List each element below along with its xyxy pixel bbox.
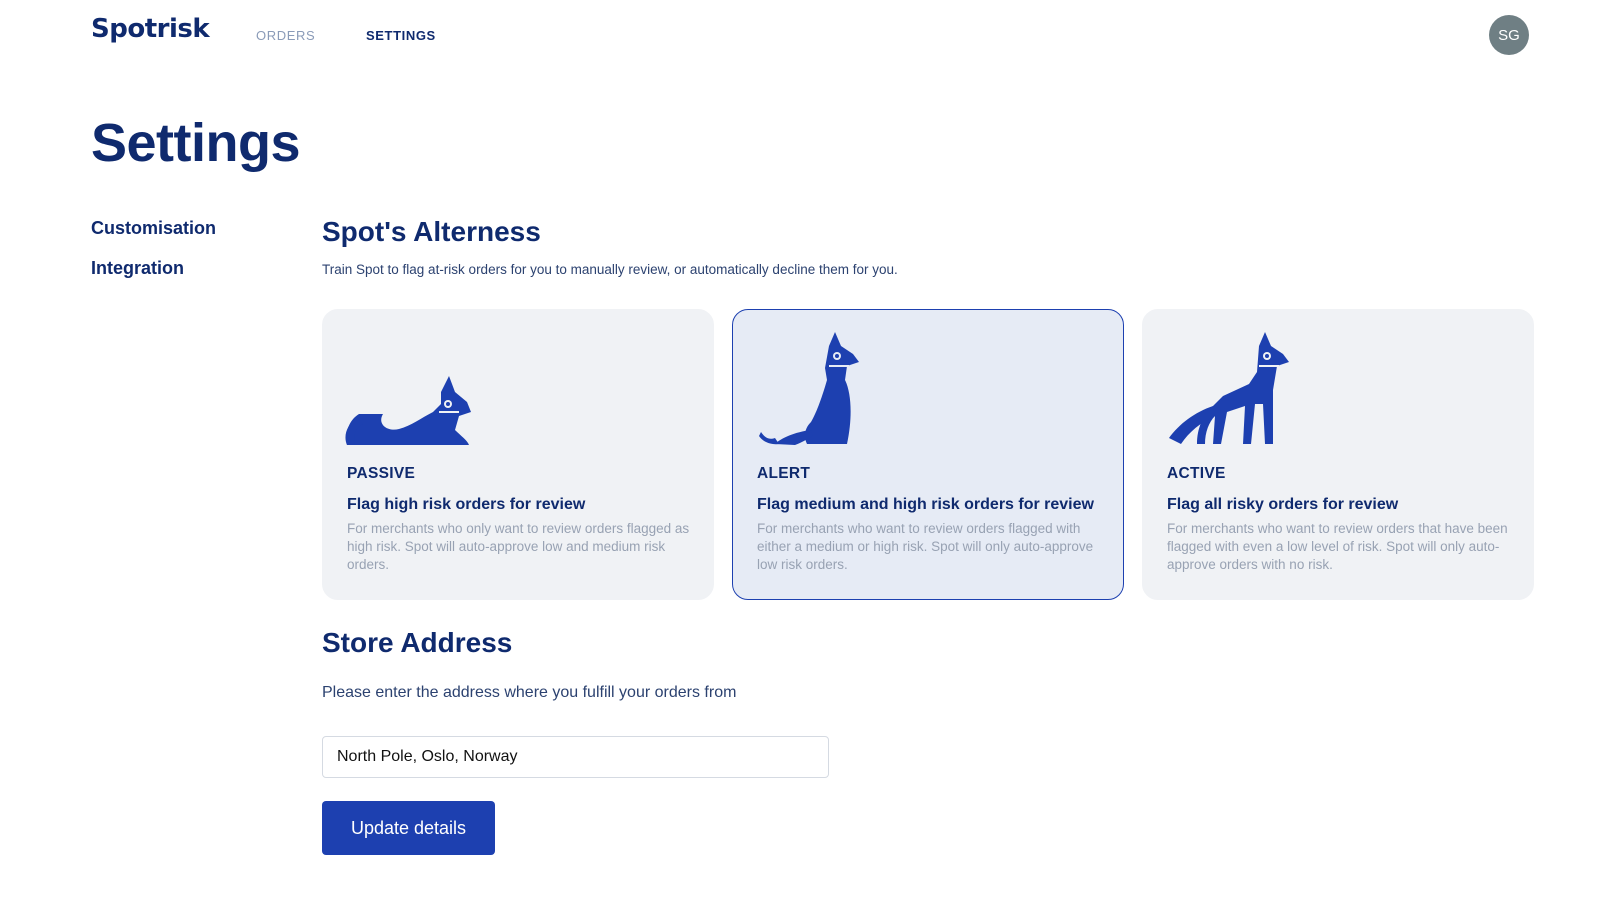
user-avatar[interactable]: SG xyxy=(1489,15,1529,55)
update-details-button[interactable]: Update details xyxy=(322,801,495,855)
sitting-fox-icon xyxy=(759,332,859,445)
alertness-section-title: Spot's Alterness xyxy=(322,216,541,247)
alertness-option-active[interactable]: ACTIVE Flag all risky orders for review … xyxy=(1142,309,1534,600)
nav-orders-link[interactable]: ORDERS xyxy=(256,28,315,43)
option-description: For merchants who want to review orders … xyxy=(757,521,1094,572)
sidebar-item-customisation[interactable]: Customisation xyxy=(91,218,216,238)
option-heading: Flag high risk orders for review xyxy=(347,496,586,513)
option-level-label: ACTIVE xyxy=(1167,465,1226,482)
option-heading: Flag all risky orders for review xyxy=(1167,496,1399,513)
alertness-option-alert[interactable]: ALERT Flag medium and high risk orders f… xyxy=(732,309,1124,600)
store-address-input[interactable] xyxy=(322,736,829,778)
store-address-title: Store Address xyxy=(322,627,513,658)
alertness-options: PASSIVE Flag high risk orders for review… xyxy=(322,309,1534,600)
option-level-label: ALERT xyxy=(757,465,811,482)
option-description: For merchants who want to review orders … xyxy=(1167,521,1508,572)
nav-settings-link[interactable]: SETTINGS xyxy=(366,28,436,43)
top-navigation-bar: Spotrisk ORDERS SETTINGS SG xyxy=(0,0,1600,70)
settings-sidebar: Customisation Integration xyxy=(91,218,216,298)
store-address-description: Please enter the address where you fulfi… xyxy=(322,684,737,701)
standing-fox-icon xyxy=(1169,332,1289,444)
spotrisk-logo[interactable]: Spotrisk xyxy=(91,14,210,44)
option-level-label: PASSIVE xyxy=(347,465,416,482)
sidebar-item-integration[interactable]: Integration xyxy=(91,258,216,278)
option-description: For merchants who only want to review or… xyxy=(347,521,690,572)
alertness-description: Train Spot to flag at-risk orders for yo… xyxy=(322,262,898,277)
page-title: Settings xyxy=(91,113,301,173)
option-heading: Flag medium and high risk orders for rev… xyxy=(757,496,1094,513)
alertness-option-passive[interactable]: PASSIVE Flag high risk orders for review… xyxy=(322,309,714,600)
lying-fox-icon xyxy=(345,376,471,445)
